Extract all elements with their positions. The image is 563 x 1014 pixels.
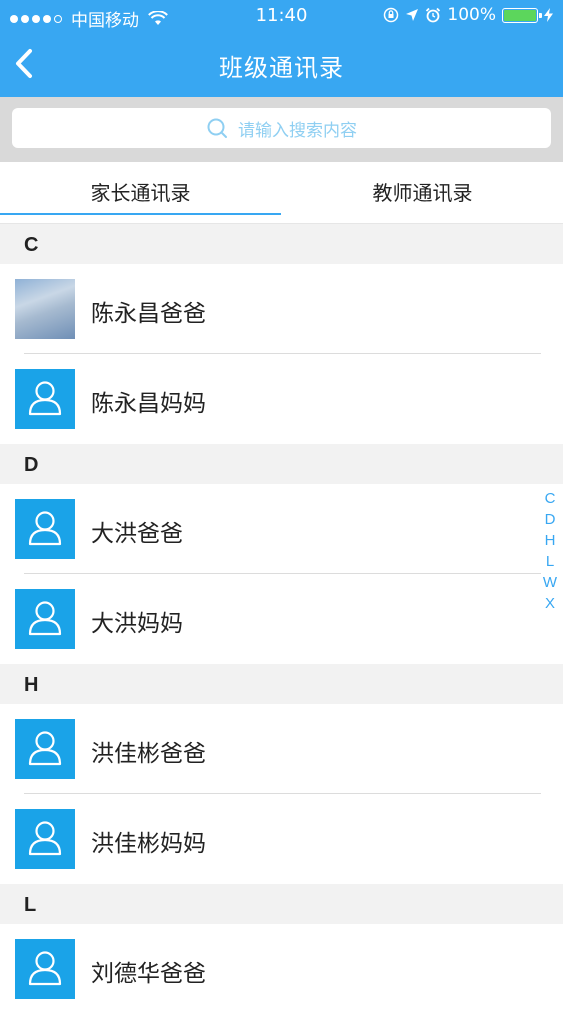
index-letter-x[interactable]: X <box>541 593 559 614</box>
status-bar: 中国移动 11:40 100% <box>0 0 563 32</box>
index-letter-d[interactable]: D <box>541 509 559 530</box>
contact-row[interactable]: 洪佳彬妈妈 <box>0 794 563 884</box>
contact-name: 陈永昌妈妈 <box>91 391 206 417</box>
contact-name: 大洪妈妈 <box>91 611 183 637</box>
contact-row[interactable]: 大洪妈妈 <box>0 574 563 664</box>
search-input[interactable]: 请输入搜索内容 <box>12 108 551 148</box>
contact-name: 洪佳彬爸爸 <box>91 741 206 767</box>
section-header-h: H <box>0 664 563 704</box>
section-header-c: C <box>0 224 563 264</box>
contact-row[interactable]: 刘德华爸爸 <box>0 924 563 1014</box>
default-person-icon <box>15 719 75 779</box>
default-person-icon <box>15 809 75 869</box>
search-icon <box>207 118 227 138</box>
section-header-d: D <box>0 444 563 484</box>
contact-name: 陈永昌爸爸 <box>91 301 206 327</box>
charging-bolt-icon <box>544 8 553 22</box>
tab-teachers[interactable]: 教师通讯录 <box>282 162 563 224</box>
contact-row[interactable]: 陈永昌妈妈 <box>0 354 563 444</box>
active-tab-indicator <box>0 213 281 215</box>
section-header-l: L <box>0 884 563 924</box>
status-right: 100% <box>383 5 553 25</box>
location-arrow-icon <box>406 9 419 21</box>
contact-list: C 陈永昌爸爸 陈永昌妈妈 D 大洪爸爸 大洪妈妈 H 洪佳彬爸爸 洪佳彬妈妈 … <box>0 224 563 1014</box>
avatar-photo <box>15 279 75 339</box>
default-person-icon <box>15 369 75 429</box>
index-letter-w[interactable]: W <box>541 572 559 593</box>
battery-icon <box>502 7 542 23</box>
alarm-icon <box>426 7 441 23</box>
contact-row[interactable]: 洪佳彬爸爸 <box>0 704 563 794</box>
search-area: 请输入搜索内容 <box>0 97 563 162</box>
index-letter-l[interactable]: L <box>541 551 559 572</box>
default-person-icon <box>15 939 75 999</box>
page-title: 班级通讯录 <box>219 54 344 82</box>
default-person-icon <box>15 589 75 649</box>
search-placeholder: 请输入搜索内容 <box>238 120 357 141</box>
default-person-icon <box>15 499 75 559</box>
index-letter-h[interactable]: H <box>541 530 559 551</box>
orientation-lock-icon <box>384 7 399 23</box>
alphabet-index: C D H L W X <box>541 488 559 614</box>
contact-row[interactable]: 大洪爸爸 <box>0 484 563 574</box>
index-letter-c[interactable]: C <box>541 488 559 509</box>
contact-name: 刘德华爸爸 <box>91 961 206 987</box>
contact-row[interactable]: 陈永昌爸爸 <box>0 264 563 354</box>
contact-name: 大洪爸爸 <box>91 521 183 547</box>
battery-percent: 100% <box>447 5 496 25</box>
navigation-bar: 班级通讯录 <box>0 32 563 97</box>
contact-name: 洪佳彬妈妈 <box>91 831 206 857</box>
